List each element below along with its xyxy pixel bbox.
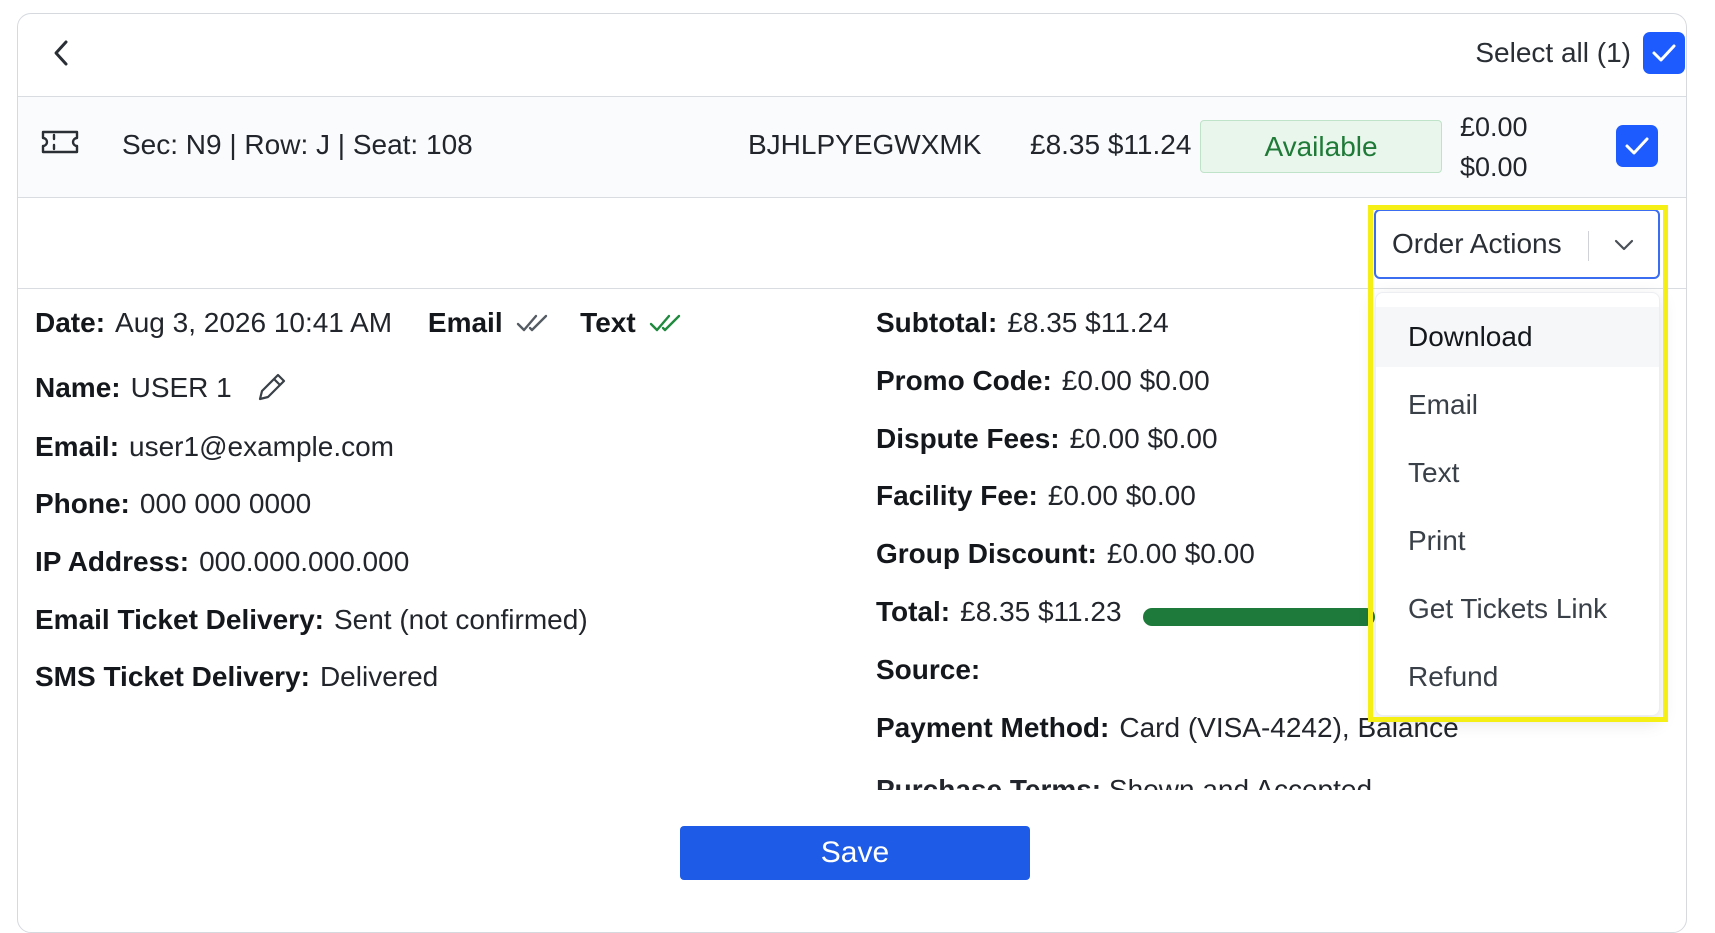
name-value: USER 1 xyxy=(130,372,232,403)
email-delivery-label: Email Ticket Delivery: xyxy=(35,604,324,635)
menu-item-text[interactable]: Text xyxy=(1376,443,1659,503)
payment-method-row: Payment Method: Card (VISA-4242), Balance xyxy=(876,712,1459,744)
dispute-row: Dispute Fees: £0.00 $0.00 xyxy=(876,423,1218,455)
total-progress-bar xyxy=(1143,608,1375,626)
sms-delivery-value: Delivered xyxy=(319,661,439,692)
menu-item-email[interactable]: Email xyxy=(1376,375,1659,435)
text-flag: Text xyxy=(580,307,636,338)
sms-delivery-row: SMS Ticket Delivery: Delivered xyxy=(35,661,438,693)
order-actions-dropdown[interactable]: Order Actions xyxy=(1374,209,1660,279)
dispute-value: £0.00 $0.00 xyxy=(1069,423,1218,454)
check-icon xyxy=(1625,137,1649,155)
fee-stack: £0.00 $0.00 xyxy=(1460,107,1528,187)
ip-value: 000.000.000.000 xyxy=(199,546,410,577)
back-button[interactable] xyxy=(38,30,84,76)
pencil-icon[interactable] xyxy=(254,369,290,405)
date-row: Date: Aug 3, 2026 10:41 AM Email Text xyxy=(35,307,687,339)
purchase-terms-label: Purchase Terms: xyxy=(876,774,1102,790)
email-row: Email: user1@example.com xyxy=(35,431,394,463)
order-code: BJHLPYEGWXMK xyxy=(748,129,982,160)
subtotal-label: Subtotal: xyxy=(876,307,998,338)
sms-delivery-label: SMS Ticket Delivery: xyxy=(35,661,310,692)
date-value: Aug 3, 2026 10:41 AM xyxy=(115,307,393,338)
order-actions-menu: Download Email Text Print Get Tickets Li… xyxy=(1375,292,1660,716)
promo-row: Promo Code: £0.00 $0.00 xyxy=(876,365,1210,397)
email-label: Email: xyxy=(35,431,120,462)
fee-usd: $0.00 xyxy=(1460,152,1528,182)
select-all-control[interactable]: Select all (1) xyxy=(1475,30,1685,76)
divider xyxy=(18,288,1686,289)
source-label: Source: xyxy=(876,654,981,685)
ticket-icon xyxy=(41,130,79,154)
promo-label: Promo Code: xyxy=(876,365,1052,396)
phone-value: 000 000 0000 xyxy=(139,488,312,519)
facility-value: £0.00 $0.00 xyxy=(1047,480,1196,511)
ip-row: IP Address: 000.000.000.000 xyxy=(35,546,409,578)
ip-label: IP Address: xyxy=(35,546,190,577)
ticket-price: £8.35 $11.24 xyxy=(1030,129,1192,160)
order-actions-label: Order Actions xyxy=(1392,228,1562,259)
status-badge: Available xyxy=(1200,120,1442,173)
facility-label: Facility Fee: xyxy=(876,480,1038,511)
source-row: Source: xyxy=(876,654,990,686)
facility-row: Facility Fee: £0.00 $0.00 xyxy=(876,480,1196,512)
select-all-checkbox[interactable] xyxy=(1643,32,1685,74)
double-check-icon xyxy=(650,314,681,332)
ticket-row: Sec: N9 | Row: J | Seat: 108 BJHLPYEGWXM… xyxy=(18,97,1686,197)
ticket-checkbox[interactable] xyxy=(1616,125,1658,167)
order-actions-bar: Order Actions xyxy=(18,198,1686,288)
menu-item-print[interactable]: Print xyxy=(1376,511,1659,571)
chevron-down-icon xyxy=(1614,239,1634,251)
group-discount-row: Group Discount: £0.00 $0.00 xyxy=(876,538,1255,570)
group-discount-label: Group Discount: xyxy=(876,538,1097,569)
double-check-icon xyxy=(517,314,548,332)
email-flag: Email xyxy=(427,307,503,338)
dropdown-separator xyxy=(1588,231,1589,261)
save-button[interactable]: Save xyxy=(680,826,1030,880)
subtotal-value: £8.35 $11.24 xyxy=(1007,307,1169,338)
purchase-terms-row: Purchase Terms: Shown and Accepted xyxy=(876,774,1396,790)
email-delivery-value: Sent (not confirmed) xyxy=(333,604,588,635)
seat-info: Sec: N9 | Row: J | Seat: 108 xyxy=(122,129,473,160)
email-delivery-row: Email Ticket Delivery: Sent (not confirme… xyxy=(35,604,588,636)
check-icon xyxy=(1652,44,1676,62)
chevron-left-icon xyxy=(54,40,68,66)
select-all-label: Select all (1) xyxy=(1475,37,1631,68)
name-label: Name: xyxy=(35,372,121,403)
email-value: user1@example.com xyxy=(129,431,395,462)
promo-value: £0.00 $0.00 xyxy=(1061,365,1210,396)
group-discount-value: £0.00 $0.00 xyxy=(1106,538,1255,569)
fee-gbp: £0.00 xyxy=(1460,112,1528,142)
total-value: £8.35 $11.23 xyxy=(960,596,1122,627)
menu-item-download[interactable]: Download xyxy=(1376,307,1659,367)
dispute-label: Dispute Fees: xyxy=(876,423,1060,454)
date-label: Date: xyxy=(35,307,106,338)
menu-item-get-tickets-link[interactable]: Get Tickets Link xyxy=(1376,579,1659,639)
total-row: Total: £8.35 $11.23 xyxy=(876,596,1122,628)
name-row: Name: USER 1 xyxy=(35,369,290,405)
subtotal-row: Subtotal: £8.35 $11.24 xyxy=(876,307,1169,339)
payment-method-label: Payment Method: xyxy=(876,712,1110,743)
total-label: Total: xyxy=(876,596,951,627)
menu-item-refund[interactable]: Refund xyxy=(1376,647,1659,707)
purchase-terms-value: Shown and Accepted xyxy=(1108,774,1373,790)
phone-row: Phone: 000 000 0000 xyxy=(35,488,311,520)
payment-method-value: Card (VISA-4242), Balance xyxy=(1119,712,1459,743)
phone-label: Phone: xyxy=(35,488,130,519)
